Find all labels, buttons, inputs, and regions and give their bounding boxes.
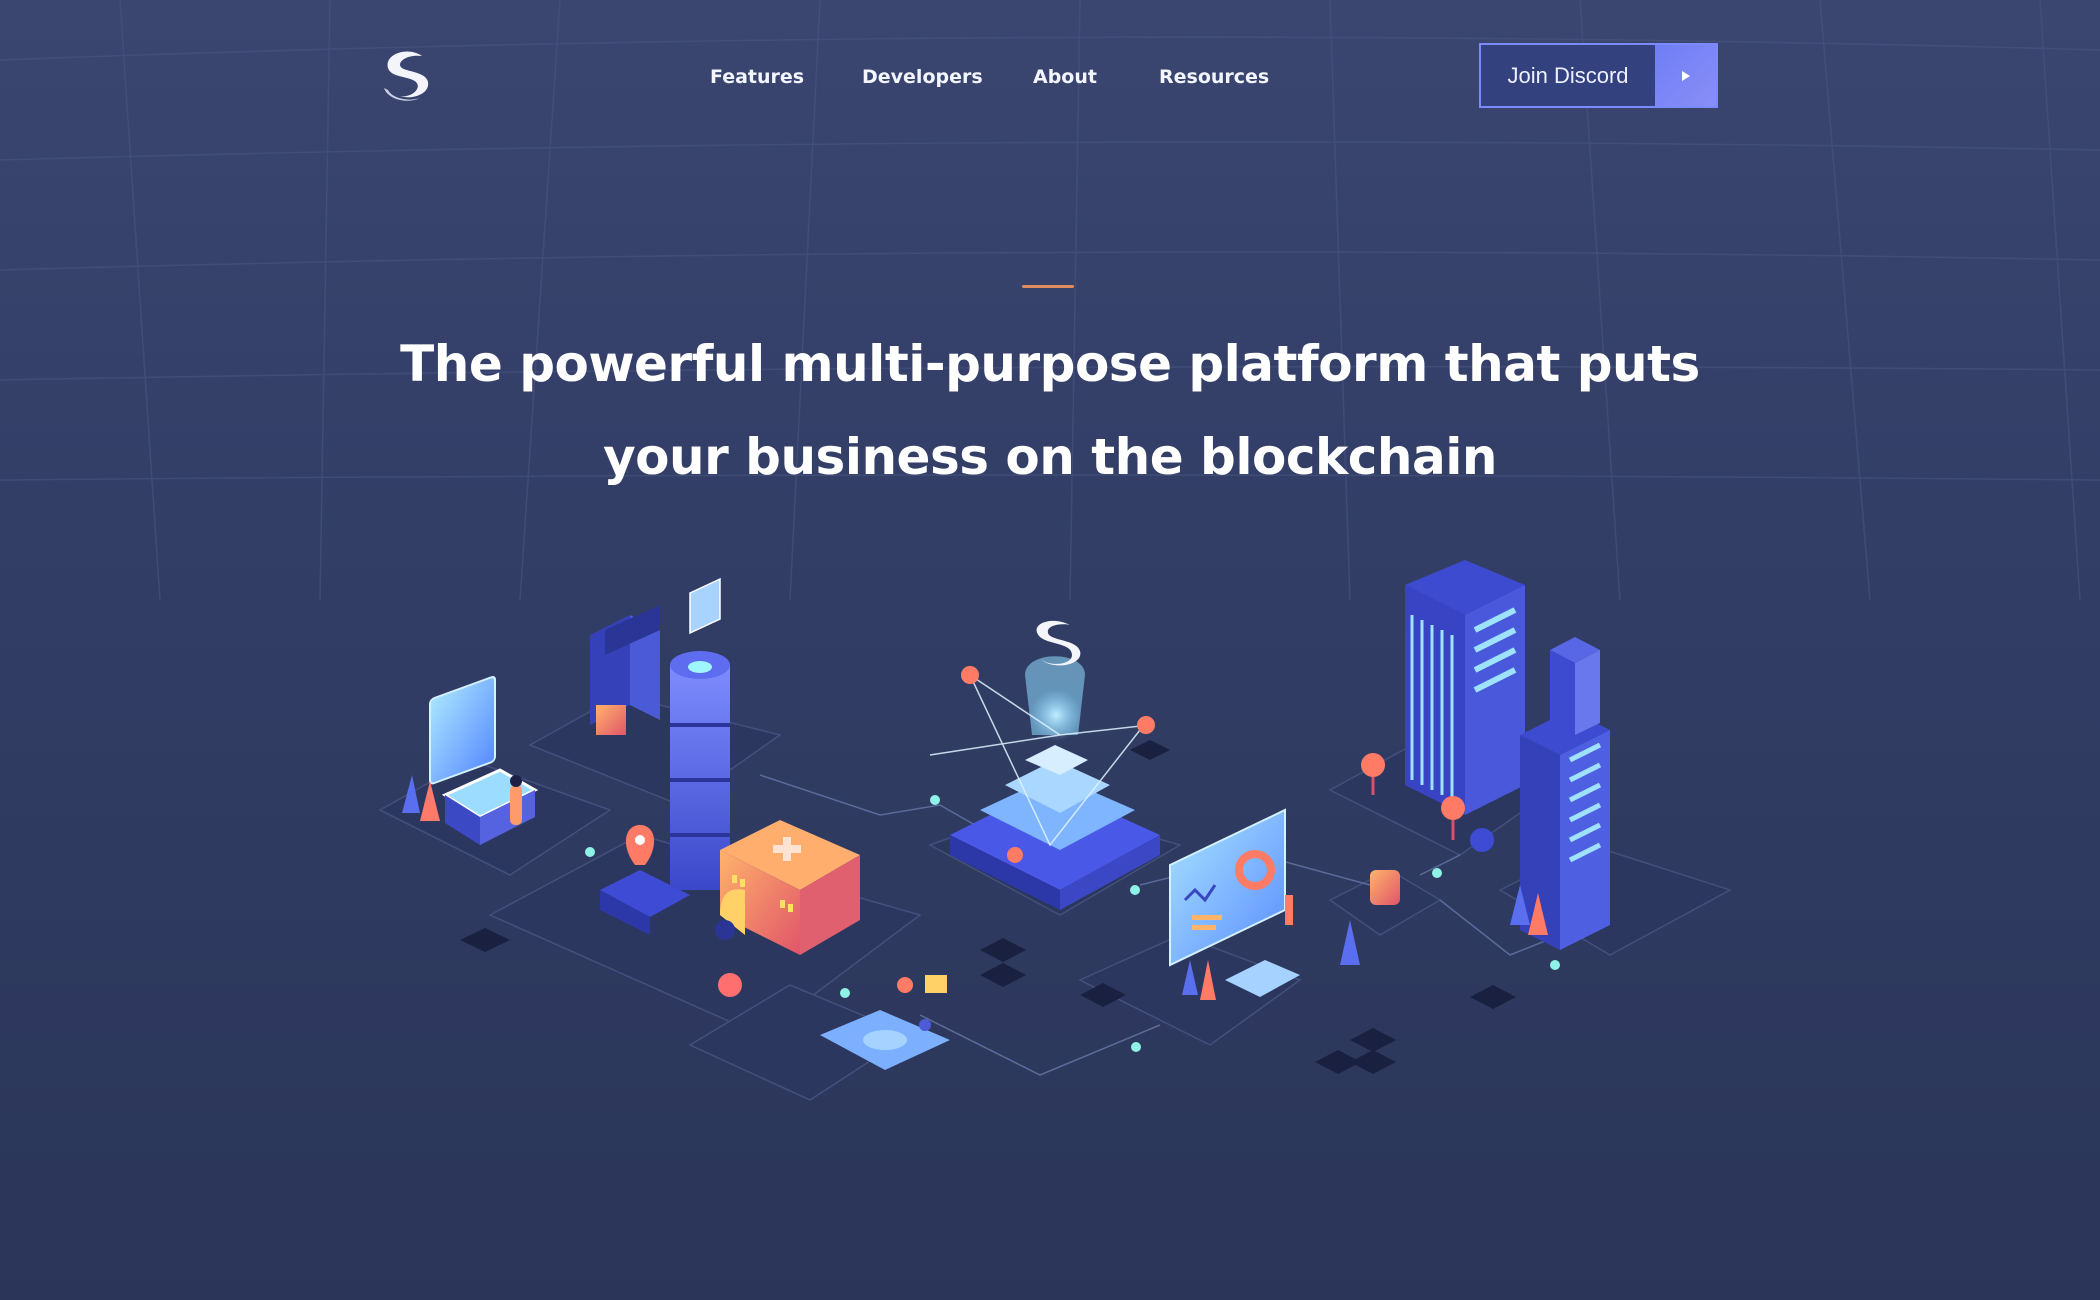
tree — [718, 973, 742, 997]
syscoin-s-logo-icon[interactable] — [378, 48, 438, 104]
join-discord-label: Join Discord — [1481, 45, 1655, 106]
nav-link-about[interactable]: About — [1033, 60, 1097, 94]
workstation-with-display — [402, 675, 539, 845]
top-navbar: Features Developers About Resources Join… — [0, 0, 2100, 155]
central-blockchain-node — [929, 620, 1160, 910]
nav-link-resources[interactable]: Resources — [1159, 60, 1269, 94]
nav-link-features[interactable]: Features — [710, 60, 804, 94]
nav-link-developers[interactable]: Developers — [862, 60, 983, 94]
hero-title: The powerful multi-purpose platform that… — [400, 335, 1700, 486]
play-arrow-icon — [1655, 45, 1716, 106]
join-discord-button[interactable]: Join Discord — [1479, 43, 1718, 108]
isometric-blockchain-city-illustration — [378, 560, 1732, 1101]
title-accent-line — [1022, 285, 1074, 288]
